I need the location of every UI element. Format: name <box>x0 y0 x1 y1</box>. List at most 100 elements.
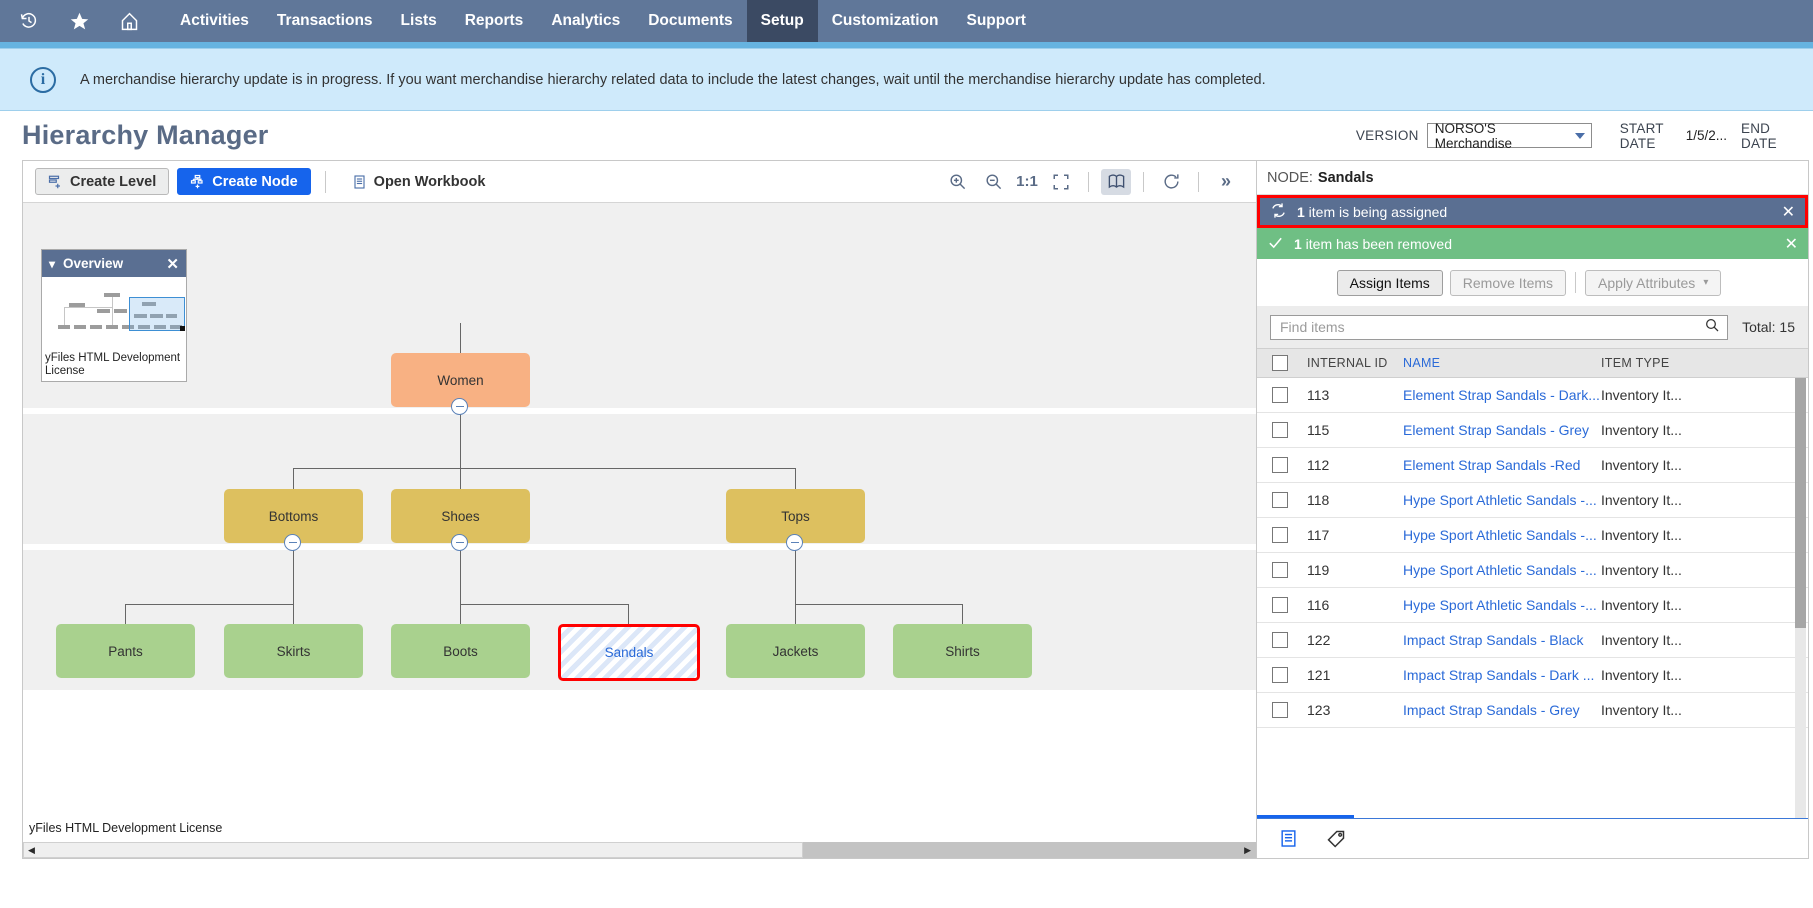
end-date-label: END DATE <box>1741 120 1777 151</box>
column-header-internal-id[interactable]: INTERNAL ID <box>1303 356 1403 370</box>
open-workbook-button[interactable]: Open Workbook <box>340 168 498 195</box>
table-row[interactable]: 116 Hype Sport Athletic Sandals -... Inven… <box>1257 588 1808 623</box>
table-row[interactable]: 122 Impact Strap Sandals - Black Inventory… <box>1257 623 1808 658</box>
minimap-viewport[interactable] <box>129 297 185 331</box>
diagram-canvas[interactable]: Women Bottoms Shoes Tops Pants Skirts Boots San… <box>23 203 1256 814</box>
version-selected-value: NORSO'S Merchandise <box>1434 120 1513 151</box>
row-checkbox[interactable] <box>1272 457 1288 473</box>
cell-name-link[interactable]: Element Strap Sandals - Grey <box>1403 422 1601 438</box>
search-box[interactable] <box>1270 314 1729 340</box>
minimap-viewport-handle[interactable] <box>180 326 185 331</box>
row-checkbox[interactable] <box>1272 492 1288 508</box>
cell-name-link[interactable]: Element Strap Sandals - Dark... <box>1403 387 1601 403</box>
create-level-button[interactable]: Create Level <box>35 168 170 195</box>
table-row[interactable]: 112 Element Strap Sandals -Red Inventory I… <box>1257 448 1808 483</box>
cell-internal-id: 117 <box>1307 527 1330 543</box>
close-icon[interactable]: ✕ <box>1785 234 1798 254</box>
collapse-toggle-tops[interactable] <box>786 534 803 551</box>
nav-item-customization[interactable]: Customization <box>818 0 953 42</box>
table-row[interactable]: 121 Impact Strap Sandals - Dark ... Invent… <box>1257 658 1808 693</box>
tag-icon[interactable] <box>1325 828 1347 850</box>
scrollbar-thumb[interactable] <box>1795 378 1806 628</box>
nav-item-lists[interactable]: Lists <box>387 0 451 42</box>
column-header-item-type[interactable]: ITEM TYPE <box>1601 356 1808 370</box>
nav-item-transactions[interactable]: Transactions <box>263 0 387 42</box>
table-row[interactable]: 113 Element Strap Sandals - Dark... Invent… <box>1257 378 1808 413</box>
diagram-node-skirts[interactable]: Skirts <box>224 624 363 678</box>
items-list-icon[interactable] <box>1277 828 1299 850</box>
select-all-checkbox[interactable] <box>1272 355 1288 371</box>
cell-name-link[interactable]: Element Strap Sandals -Red <box>1403 457 1601 473</box>
nav-item-analytics[interactable]: Analytics <box>537 0 634 42</box>
cell-name-link[interactable]: Hype Sport Athletic Sandals -... <box>1403 492 1601 508</box>
table-row[interactable]: 118 Hype Sport Athletic Sandals -... Inven… <box>1257 483 1808 518</box>
nav-item-activities[interactable]: Activities <box>166 0 263 42</box>
nav-item-documents[interactable]: Documents <box>634 0 746 42</box>
cell-name-link[interactable]: Hype Sport Athletic Sandals -... <box>1403 527 1601 543</box>
row-checkbox[interactable] <box>1272 597 1288 613</box>
chevron-down-icon[interactable]: ▾ <box>49 257 55 271</box>
nav-item-setup[interactable]: Setup <box>746 0 818 42</box>
close-icon[interactable]: ✕ <box>166 255 179 273</box>
diagram-horizontal-scrollbar[interactable]: ◀ ▶ <box>23 842 1256 858</box>
panel-search-row: Total: 15 <box>1257 306 1808 348</box>
table-row[interactable]: 117 Hype Sport Athletic Sandals -... Inven… <box>1257 518 1808 553</box>
row-checkbox[interactable] <box>1272 667 1288 683</box>
row-checkbox[interactable] <box>1272 702 1288 718</box>
cell-name-link[interactable]: Hype Sport Athletic Sandals -... <box>1403 597 1601 613</box>
cell-name-link[interactable]: Hype Sport Athletic Sandals -... <box>1403 562 1601 578</box>
zoom-one-to-one-icon[interactable]: 1:1 <box>1014 169 1040 195</box>
row-checkbox[interactable] <box>1272 562 1288 578</box>
row-checkbox[interactable] <box>1272 527 1288 543</box>
alert-removed-count: 1 <box>1294 235 1302 252</box>
collapse-toggle-shoes[interactable] <box>451 534 468 551</box>
apply-attributes-button[interactable]: Apply Attributes ▾ <box>1585 269 1722 296</box>
overview-map-icon[interactable] <box>1101 168 1131 195</box>
fit-to-screen-icon[interactable] <box>1046 169 1076 195</box>
diagram-node-pants[interactable]: Pants <box>56 624 195 678</box>
row-checkbox[interactable] <box>1272 422 1288 438</box>
remove-items-button[interactable]: Remove Items <box>1449 269 1567 296</box>
nav-item-reports[interactable]: Reports <box>451 0 538 42</box>
diagram-node-shirts[interactable]: Shirts <box>893 624 1032 678</box>
table-row[interactable]: 119 Hype Sport Athletic Sandals -... Inven… <box>1257 553 1808 588</box>
cell-item-type: Inventory It... <box>1601 667 1682 683</box>
collapse-toggle-women[interactable] <box>451 398 468 415</box>
column-header-name[interactable]: NAME <box>1403 356 1601 370</box>
scroll-right-arrow-icon[interactable]: ▶ <box>1244 845 1251 856</box>
home-icon[interactable] <box>116 8 142 34</box>
cell-name-link[interactable]: Impact Strap Sandals - Grey <box>1403 702 1601 718</box>
scroll-left-arrow-icon[interactable]: ◀ <box>28 845 35 856</box>
cell-name-link[interactable]: Impact Strap Sandals - Black <box>1403 632 1601 648</box>
diagram-node-jackets[interactable]: Jackets <box>726 624 865 678</box>
table-row[interactable]: 123 Impact Strap Sandals - Grey Inventory … <box>1257 693 1808 728</box>
items-table-scrollbar[interactable] <box>1795 378 1806 818</box>
overview-minimap[interactable] <box>42 277 186 350</box>
table-row[interactable]: 115 Element Strap Sandals - Grey Inventory… <box>1257 413 1808 448</box>
diagram-node-boots[interactable]: Boots <box>391 624 530 678</box>
row-checkbox[interactable] <box>1272 632 1288 648</box>
refresh-icon[interactable] <box>1156 169 1186 195</box>
nav-menu: Activities Transactions Lists Reports Analyt… <box>166 0 1040 42</box>
close-icon[interactable]: ✕ <box>1782 202 1795 222</box>
edge-women-trunk <box>460 407 461 468</box>
collapse-toggle-bottoms[interactable] <box>284 534 301 551</box>
zoom-in-icon[interactable] <box>942 169 972 195</box>
minimap-node <box>114 309 127 313</box>
row-checkbox[interactable] <box>1272 387 1288 403</box>
favorites-star-icon[interactable] <box>66 8 92 34</box>
zoom-out-icon[interactable] <box>978 169 1008 195</box>
scrollbar-thumb[interactable] <box>23 842 803 858</box>
nav-item-support[interactable]: Support <box>952 0 1039 42</box>
view-controls-divider-3 <box>1198 171 1199 192</box>
recent-history-icon[interactable] <box>16 8 42 34</box>
cell-name-link[interactable]: Impact Strap Sandals - Dark ... <box>1403 667 1601 683</box>
alert-assigning: 1 item is being assigned ✕ <box>1257 195 1808 228</box>
search-input[interactable] <box>1278 318 1705 336</box>
diagram-node-sandals[interactable]: Sandals <box>558 624 700 681</box>
create-node-button[interactable]: Create Node <box>177 168 311 195</box>
assign-items-button[interactable]: Assign Items <box>1336 269 1443 296</box>
version-select[interactable]: NORSO'S Merchandise <box>1426 120 1592 151</box>
search-icon[interactable] <box>1704 317 1720 338</box>
expand-more-icon[interactable]: » <box>1211 169 1241 195</box>
